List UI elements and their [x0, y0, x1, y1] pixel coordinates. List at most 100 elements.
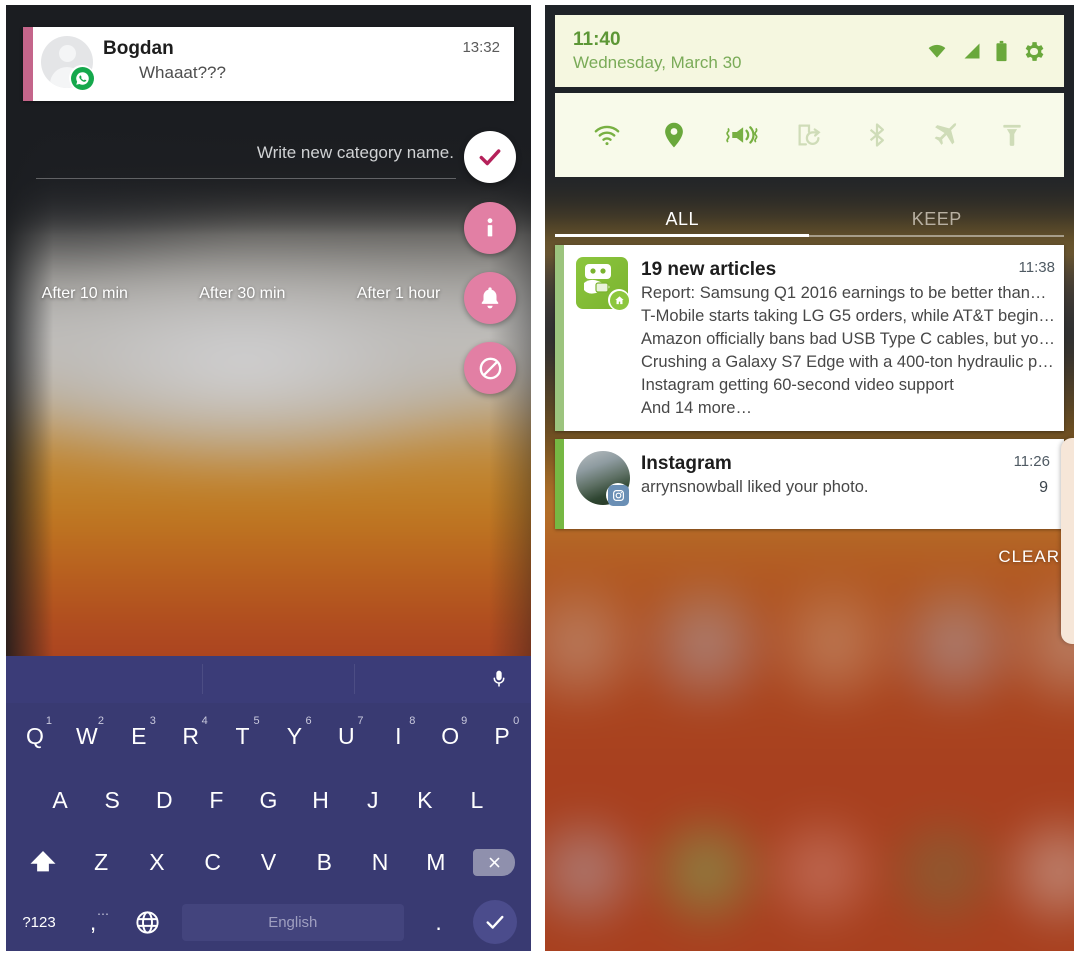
block-button[interactable] — [464, 342, 516, 394]
location-icon[interactable] — [657, 118, 691, 152]
key-v[interactable]: V — [241, 831, 297, 893]
key-z[interactable]: Z — [73, 831, 129, 893]
symbols-key[interactable]: ?123 — [12, 893, 66, 951]
category-name-field[interactable]: Write new category name. — [36, 133, 456, 181]
rotation-lock-icon[interactable] — [792, 118, 826, 152]
key-k[interactable]: K — [399, 769, 451, 831]
shift-key[interactable] — [12, 847, 73, 877]
airplane-mode-icon[interactable] — [928, 118, 962, 152]
news-notification-card[interactable]: 19 new articles Report: Samsung Q1 2016 … — [555, 245, 1064, 431]
spacebar[interactable]: English — [182, 903, 404, 941]
news-badge — [608, 289, 630, 311]
info-button[interactable] — [464, 202, 516, 254]
key-j[interactable]: J — [347, 769, 399, 831]
instagram-icon — [606, 483, 630, 507]
key-o[interactable]: O9 — [424, 703, 476, 769]
key-superscript: 3 — [149, 715, 156, 727]
notification-line: arrynsnowball liked your photo. — [641, 478, 869, 496]
notification-message: Whaaat??? — [139, 63, 226, 82]
screenshot-root: Bogdan Whaaat??? 13:32 Write new categor… — [0, 0, 1080, 954]
key-label: Y — [286, 722, 303, 749]
icon-wrapper — [576, 451, 636, 519]
tab-active-underline — [555, 234, 809, 237]
comma-key[interactable]: , ⋯ — [66, 893, 120, 951]
key-superscript: 6 — [305, 715, 312, 727]
key-l[interactable]: L — [451, 769, 503, 831]
notification-count: 9 — [1039, 479, 1048, 496]
side-panel-peek[interactable] — [1061, 438, 1074, 644]
clear-button[interactable]: CLEAR — [998, 547, 1060, 567]
shift-icon — [30, 851, 56, 872]
key-g[interactable]: G — [242, 769, 294, 831]
key-x[interactable]: X — [129, 831, 185, 893]
wifi-icon[interactable] — [590, 118, 624, 152]
key-p[interactable]: P0 — [476, 703, 528, 769]
instagram-notification-card[interactable]: Instagram arrynsnowball liked your photo… — [555, 439, 1064, 529]
notification-accent-bar — [555, 245, 564, 431]
notification-line: And 14 more… — [641, 399, 752, 417]
status-bar-left: 11:40 Wednesday, March 30 — [573, 28, 925, 74]
key-t[interactable]: T5 — [217, 703, 269, 769]
gear-icon[interactable] — [1021, 39, 1046, 64]
key-e[interactable]: E3 — [113, 703, 165, 769]
key-f[interactable]: F — [190, 769, 242, 831]
icon-wrapper — [576, 257, 636, 421]
key-superscript: 4 — [201, 715, 208, 727]
avatar-wrapper — [41, 35, 97, 91]
enter-key[interactable] — [466, 900, 525, 944]
keyboard-suggestion-bar[interactable] — [6, 656, 531, 703]
key-label: , — [89, 908, 97, 935]
key-superscript: 5 — [253, 715, 260, 727]
key-h[interactable]: H — [295, 769, 347, 831]
vibrate-icon[interactable] — [725, 118, 759, 152]
key-d[interactable]: D — [138, 769, 190, 831]
snooze-option-30min[interactable]: After 30 min — [199, 285, 285, 303]
keyboard: Q1 W2 E3 R4 T5 Y6 U7 I8 O9 P0 A S D F G … — [6, 656, 531, 951]
key-u[interactable]: U7 — [320, 703, 372, 769]
whatsapp-notification-card[interactable]: Bogdan Whaaat??? 13:32 — [23, 27, 514, 101]
period-key[interactable]: . — [412, 893, 466, 951]
snooze-option-10min[interactable]: After 10 min — [42, 285, 128, 303]
backspace-key[interactable] — [464, 848, 525, 876]
key-superscript: 9 — [461, 715, 468, 727]
key-q[interactable]: Q1 — [9, 703, 61, 769]
snooze-option-1hour[interactable]: After 1 hour — [357, 285, 441, 303]
bluetooth-icon[interactable] — [860, 118, 894, 152]
key-r[interactable]: R4 — [165, 703, 217, 769]
globe-icon — [135, 910, 159, 934]
backspace-icon — [473, 848, 516, 876]
key-s[interactable]: S — [86, 769, 138, 831]
key-w[interactable]: W2 — [61, 703, 113, 769]
notification-text: 19 new articles Report: Samsung Q1 2016 … — [636, 257, 1055, 421]
key-m[interactable]: M — [408, 831, 464, 893]
keyboard-row-3: Z X C V B N M — [6, 831, 531, 893]
confirm-button[interactable] — [464, 131, 516, 183]
key-superscript: 0 — [513, 715, 520, 727]
wifi-icon — [928, 44, 946, 58]
globe-key[interactable] — [120, 893, 174, 951]
notification-sender: Bogdan — [103, 38, 174, 59]
key-label: W — [75, 722, 98, 749]
key-n[interactable]: N — [352, 831, 408, 893]
key-i[interactable]: I8 — [372, 703, 424, 769]
key-y[interactable]: Y6 — [269, 703, 321, 769]
flashlight-icon[interactable] — [995, 118, 1029, 152]
key-c[interactable]: C — [185, 831, 241, 893]
notification-time: 11:38 — [1018, 259, 1055, 276]
key-superscript: 1 — [45, 715, 53, 727]
status-bar-icons — [925, 39, 1046, 64]
block-icon — [479, 357, 501, 379]
key-b[interactable]: B — [296, 831, 352, 893]
snooze-button[interactable] — [464, 272, 516, 324]
key-superscript: 2 — [97, 715, 104, 727]
notification-text: Bogdan Whaaat??? — [97, 35, 500, 93]
instagram-icon-glyph — [607, 484, 629, 506]
key-label: R — [182, 722, 199, 749]
key-label: E — [131, 722, 147, 749]
key-a[interactable]: A — [34, 769, 86, 831]
microphone-icon[interactable] — [485, 665, 513, 693]
notification-accent-bar — [555, 439, 564, 529]
enter-key-circle — [473, 900, 518, 944]
category-name-input[interactable]: Write new category name. — [36, 133, 456, 173]
suggestion-divider — [202, 664, 203, 694]
